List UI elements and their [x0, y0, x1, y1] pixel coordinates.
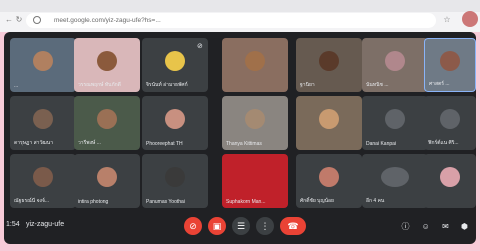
participant-tile[interactable]: จิรนันท์ อ่ามาธพัศก์ ⊘ — [142, 38, 208, 92]
people-icon[interactable]: ☺ — [422, 222, 430, 231]
back-icon[interactable]: ← — [4, 15, 14, 25]
refresh-icon[interactable]: ↻ — [14, 15, 24, 25]
participant-tile[interactable]: นันทนิช ... — [362, 38, 428, 92]
participant-tile[interactable]: ณัฐธรณ์นี จงจ์... — [10, 154, 76, 208]
participant-name: นันทนิช ... — [366, 82, 389, 88]
participant-tile[interactable]: วรรณพฤกษ์ ทับภักดี — [74, 38, 140, 92]
meeting-controls: 1:54 yiz-zagu-ufe ⊘ ▣ ☰ ⋮ ☎ ⓘ ☺ ✉ ⬢ — [4, 214, 476, 244]
captions-button[interactable]: ☰ — [232, 217, 250, 235]
participant-tile[interactable]: Suphakorn Man... — [222, 154, 288, 208]
participant-name: Danai Kanpai — [366, 141, 397, 147]
info-icon[interactable]: ⓘ — [401, 222, 409, 231]
participant-tile[interactable]: Panumas Yoothai — [142, 154, 208, 208]
others-avatars — [381, 166, 409, 187]
camera-off-button[interactable]: ▣ — [208, 217, 226, 235]
site-info-icon[interactable] — [33, 16, 41, 24]
participant-name: Suphakorn Man... — [226, 199, 266, 205]
participant-face — [33, 50, 53, 71]
meeting-area: ... วรรณพฤกษ์ ทับภักดี จิรนันท์ อ่ามาธพั… — [4, 32, 476, 244]
participant-avatar — [165, 166, 185, 187]
participant-tile[interactable]: ฟิกร์ต์แน ศิริ... — [424, 96, 476, 150]
participant-face — [319, 108, 339, 129]
side-panel-icons: ⓘ ☺ ✉ ⬢ — [391, 221, 468, 232]
participant-tile[interactable]: Thanya Kittimas — [222, 96, 288, 150]
participant-name: ฟิกร์ต์แน ศิริ... — [428, 140, 459, 146]
participant-tile[interactable] — [296, 96, 362, 150]
participant-face — [245, 108, 265, 129]
mic-off-icon: ⊘ — [197, 43, 203, 50]
participant-face — [385, 50, 405, 71]
meeting-time: 1:54 — [6, 221, 20, 228]
participant-tile[interactable]: วารีพงษ์ ... — [74, 96, 140, 150]
participant-name: วารีพงษ์ ... — [78, 140, 101, 146]
participant-tile[interactable]: ฐานิยา — [296, 38, 362, 92]
participant-avatar — [385, 108, 405, 129]
url-field[interactable]: meet.google.com/yiz-zagu-ufe?hs=... — [26, 13, 436, 28]
participant-avatar — [33, 166, 53, 187]
participant-tile[interactable]: อีก 4 คน — [362, 154, 428, 208]
participant-tile[interactable] — [222, 38, 288, 92]
activities-icon[interactable]: ⬢ — [461, 222, 468, 231]
participant-name: ศักดิ์ชัย บุญน้อย — [300, 198, 334, 204]
more-options-button[interactable]: ⋮ — [256, 217, 274, 235]
participant-name: จิรนันท์ อ่ามาธพัศก์ — [146, 82, 188, 88]
participant-avatar — [319, 166, 339, 187]
meeting-code: yiz-zagu-ufe — [26, 221, 65, 228]
participant-face — [245, 50, 265, 71]
participant-name: วรรณพฤกษ์ ทับภักดี — [78, 82, 121, 88]
participant-tile[interactable]: ... — [10, 38, 76, 92]
browser-bar: ← ↻ meet.google.com/yiz-zagu-ufe?hs=... … — [0, 0, 480, 32]
participant-face — [319, 50, 339, 71]
bookmark-icon[interactable]: ☆ — [442, 15, 452, 25]
participant-tile[interactable]: ศักดิ์ชัย บุญน้อย — [296, 154, 362, 208]
others-count: อีก 4 คน — [366, 198, 385, 204]
participant-name: Phooreephat TH — [146, 141, 183, 147]
screenshot-frame: ← ↻ meet.google.com/yiz-zagu-ufe?hs=... … — [0, 0, 480, 251]
participant-name: Panumas Yoothai — [146, 199, 185, 205]
participant-name: ณัฐธรณ์นี จงจ์... — [14, 198, 50, 204]
self-avatar — [440, 166, 460, 187]
participant-face — [97, 108, 117, 129]
participant-name: ดารุษฏา สาวัฒนา — [14, 140, 53, 146]
participant-name: ฐานิยา — [300, 82, 315, 88]
self-tile[interactable] — [424, 154, 476, 208]
participant-avatar — [33, 108, 53, 129]
participant-face — [97, 50, 117, 71]
participant-face — [440, 50, 460, 71]
participant-tile[interactable]: intira photong — [74, 154, 140, 208]
participant-name: ศาสตร์ ... — [429, 81, 450, 87]
participant-grid: ... วรรณพฤกษ์ ทับภักดี จิรนันท์ อ่ามาธพั… — [10, 38, 476, 208]
participant-avatar — [97, 166, 117, 187]
participant-tile[interactable]: Phooreephat TH — [142, 96, 208, 150]
participant-avatar — [165, 50, 185, 71]
mic-off-button[interactable]: ⊘ — [184, 217, 202, 235]
participant-avatar — [440, 108, 460, 129]
participant-tile[interactable]: ดารุษฏา สาวัฒนา — [10, 96, 76, 150]
participant-tile[interactable]: Danai Kanpai — [362, 96, 428, 150]
participant-name: intira photong — [78, 199, 109, 205]
avatar[interactable] — [462, 11, 478, 27]
participant-name: Thanya Kittimas — [226, 141, 262, 147]
chat-icon[interactable]: ✉ — [442, 222, 449, 231]
participant-name: ... — [14, 83, 19, 89]
participant-tile[interactable]: ศาสตร์ ... — [424, 38, 476, 92]
tab-strip — [0, 0, 480, 12]
participant-avatar — [165, 108, 185, 129]
leave-call-button[interactable]: ☎ — [280, 217, 306, 235]
